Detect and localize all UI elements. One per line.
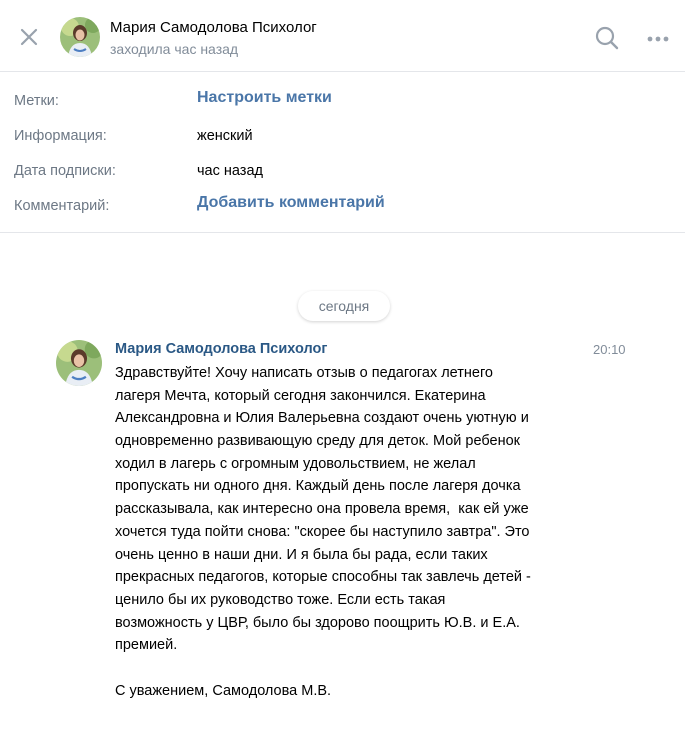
info-row-information: Информация: женский	[0, 124, 685, 152]
date-separator: сегодня	[298, 291, 390, 321]
last-seen-status: заходила час назад	[110, 41, 239, 57]
add-comment-link[interactable]: Добавить комментарий	[197, 194, 385, 212]
message-signature: С уважением, Самодолова М.В.	[115, 682, 332, 699]
close-icon	[20, 28, 38, 46]
message-line: ценило бы их руководство тоже. Если есть…	[115, 591, 446, 608]
info-value: час назад	[197, 163, 263, 179]
message-line: рассказывала, как интересно она провела …	[115, 501, 529, 518]
contact-name[interactable]: Мария Самодолова Психолог	[110, 19, 317, 36]
message-line: ходил в лагерь с огромным удовольствием,…	[115, 455, 476, 472]
message-line: очень ценно в наши дни. И я была бы рада…	[115, 546, 488, 563]
search-icon	[595, 26, 619, 50]
search-button[interactable]	[594, 25, 620, 51]
info-row-tags: Метки: Настроить метки	[0, 89, 685, 117]
message-line: пропускать ни одного дня. Каждый день по…	[115, 478, 521, 495]
info-row-comment: Комментарий: Добавить комментарий	[0, 194, 685, 222]
message-line: Здравствуйте! Хочу написать отзыв о педа…	[115, 365, 493, 381]
message-line: лагеря Мечта, который сегодня закончился…	[115, 387, 486, 404]
message-line: Александровна и Юлия Валерьевна создают …	[115, 410, 529, 427]
info-row-subscription-date: Дата подписки: час назад	[0, 159, 685, 187]
message-line: прекрасных педагогов, которые способны т…	[115, 569, 531, 586]
avatar-photo	[60, 17, 100, 57]
info-label: Комментарий:	[14, 198, 110, 214]
message-line: возможность у ЦВР, было бы здорово поощр…	[115, 614, 520, 631]
message-avatar[interactable]	[56, 340, 102, 386]
chat-header: Мария Самодолова Психолог заходила час н…	[0, 0, 685, 72]
message-line: хочется туда пойти снова: "скорее бы нас…	[115, 523, 530, 540]
message-line: одновременно развивающую среду для деток…	[115, 433, 521, 450]
message-author[interactable]: Мария Самодолова Психолог	[115, 341, 327, 357]
avatar-photo	[56, 340, 102, 386]
more-icon	[647, 36, 669, 42]
contact-info-panel: Метки: Настроить метки Информация: женск…	[0, 73, 685, 233]
message-text: Здравствуйте! Хочу написать отзыв о педа…	[115, 362, 595, 702]
message-line: премией.	[115, 637, 178, 654]
info-label: Метки:	[14, 93, 59, 109]
message-time: 20:10	[593, 342, 626, 357]
message-line	[115, 657, 595, 680]
more-button[interactable]	[645, 26, 671, 52]
info-label: Информация:	[14, 128, 107, 144]
avatar[interactable]	[60, 17, 100, 57]
close-button[interactable]	[14, 22, 44, 52]
info-label: Дата подписки:	[14, 163, 116, 179]
configure-tags-link[interactable]: Настроить метки	[197, 89, 332, 107]
info-value: женский	[197, 128, 253, 144]
